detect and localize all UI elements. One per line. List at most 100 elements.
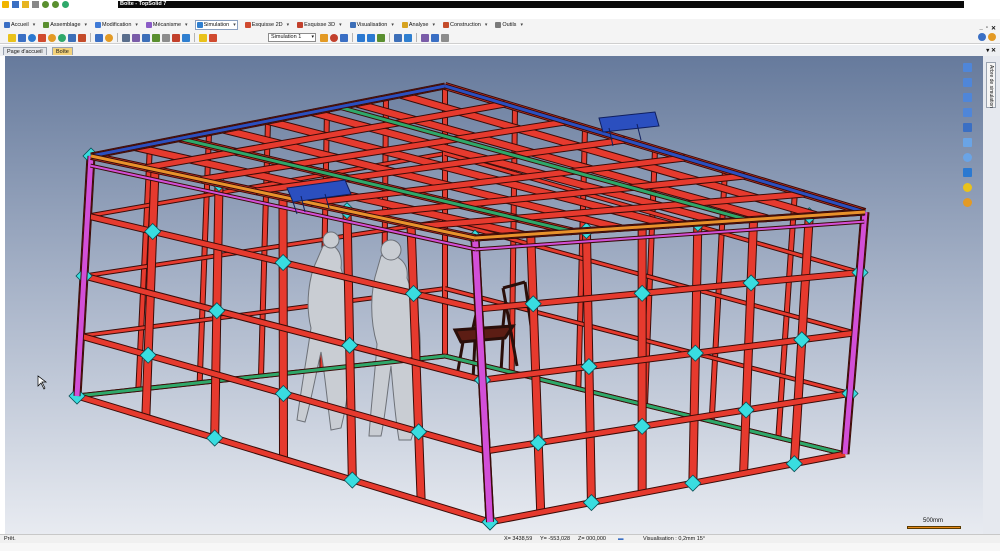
sensor-icon[interactable] xyxy=(182,33,190,42)
fit-icon[interactable] xyxy=(963,138,972,147)
chevron-down-icon: ▾ xyxy=(311,34,314,40)
3d-viewport[interactable] xyxy=(5,56,983,534)
magnifier-icon[interactable] xyxy=(963,153,972,162)
frame-node xyxy=(343,471,361,489)
orbit-icon[interactable] xyxy=(58,33,66,42)
redo-icon[interactable] xyxy=(52,1,59,8)
simulation-toolbar: Simulation 1 ▾ xyxy=(0,31,1000,44)
refresh-icon[interactable] xyxy=(62,1,69,8)
gauge-icon[interactable] xyxy=(105,33,113,42)
toolbar-separator xyxy=(352,33,353,42)
tab-home[interactable]: Page d'accueil xyxy=(3,47,47,55)
menu-dropdown-icon[interactable]: ▾ xyxy=(135,22,138,28)
angle-icon[interactable] xyxy=(421,33,429,42)
chain-icon[interactable] xyxy=(162,33,170,42)
pen-icon[interactable] xyxy=(394,33,402,42)
slider-joint-icon[interactable] xyxy=(132,33,140,42)
undo-icon[interactable] xyxy=(42,1,49,8)
app-logo-icon[interactable] xyxy=(2,1,9,8)
gear-pair-icon[interactable] xyxy=(152,33,160,42)
anchor-icon[interactable] xyxy=(68,33,76,42)
motor-icon[interactable] xyxy=(172,33,180,42)
save-icon[interactable] xyxy=(12,1,19,8)
simulation-select[interactable]: Simulation 1 ▾ xyxy=(268,33,316,42)
menu-tab-label: Esquisse 3D xyxy=(304,22,336,28)
curve-icon[interactable] xyxy=(367,33,375,42)
menu-tab-m-canisme[interactable]: Mécanisme ▾ xyxy=(145,20,189,30)
record-icon[interactable] xyxy=(330,33,338,42)
cube-view-icon[interactable] xyxy=(963,168,972,177)
menu-dropdown-icon[interactable]: ▾ xyxy=(287,22,290,28)
menu-dropdown-icon[interactable]: ▾ xyxy=(233,22,236,28)
menu-tab-assemblage[interactable]: Assemblage ▾ xyxy=(42,20,88,30)
frame-node xyxy=(742,274,760,292)
check-icon[interactable] xyxy=(377,33,385,42)
menu-dropdown-icon[interactable]: ▾ xyxy=(520,22,523,28)
menu-dropdown-icon[interactable]: ▾ xyxy=(185,22,188,28)
play-icon[interactable] xyxy=(320,33,328,42)
menu-tab-label: Mécanisme xyxy=(152,22,182,28)
bottom-strip xyxy=(0,543,1000,551)
zoom-icon[interactable] xyxy=(963,108,972,117)
analysis-icon[interactable] xyxy=(340,33,348,42)
menu-tab-analyse[interactable]: Analyse ▾ xyxy=(401,20,436,30)
print-icon[interactable] xyxy=(32,1,39,8)
menu-tab-esquisse-3d[interactable]: Esquisse 3D ▾ xyxy=(296,20,342,30)
menu-tab-outils[interactable]: Outils ▾ xyxy=(494,20,524,30)
camera-icon[interactable] xyxy=(978,33,986,41)
panel-controls: ▾ ✕ xyxy=(986,47,996,54)
document-icon[interactable] xyxy=(441,33,449,42)
view-tools xyxy=(963,63,972,207)
menu-dropdown-icon[interactable]: ▾ xyxy=(339,22,342,28)
coordinate-y: Y= -553,028 xyxy=(540,536,571,542)
gravity-icon[interactable] xyxy=(209,33,217,42)
force-icon[interactable] xyxy=(199,33,207,42)
menu-dropdown-icon[interactable]: ▾ xyxy=(33,22,36,28)
frame-node xyxy=(580,358,598,376)
document-tabs: Page d'accueil Boîte ▾ ✕ xyxy=(0,45,1000,56)
toolbar-separator xyxy=(416,33,417,42)
tools-icon xyxy=(495,22,502,28)
rotate-icon[interactable] xyxy=(963,93,972,102)
menu-tab-esquisse-2d[interactable]: Esquisse 2D ▾ xyxy=(244,20,290,30)
pan-icon[interactable] xyxy=(963,78,972,87)
light-bulb-icon[interactable] xyxy=(8,33,16,42)
target-icon[interactable] xyxy=(28,33,36,42)
menu-dropdown-icon[interactable]: ▾ xyxy=(391,22,394,28)
link-icon[interactable] xyxy=(38,33,46,42)
menu-tab-construction[interactable]: Construction ▾ xyxy=(442,20,488,30)
axis-icon[interactable] xyxy=(963,63,972,72)
open-icon[interactable] xyxy=(22,1,29,8)
help-marker-icon[interactable] xyxy=(963,198,972,207)
menu-dropdown-icon[interactable]: ▾ xyxy=(432,22,435,28)
status-bar: Prêt. X= 3438,59 Y= -553,028 Z= 000,000 … xyxy=(0,534,1000,543)
vw-icon[interactable] xyxy=(18,33,26,42)
help-icon[interactable] xyxy=(988,33,996,41)
measure-icon[interactable] xyxy=(357,33,365,42)
menu-tab-visualisation[interactable]: Visualisation ▾ xyxy=(349,20,395,30)
panel-menu-icon[interactable]: ▾ xyxy=(986,48,989,54)
light-icon[interactable] xyxy=(963,183,972,192)
view-icon: ▬ xyxy=(618,536,624,542)
loop-icon[interactable] xyxy=(431,33,439,42)
box-frame-model[interactable] xyxy=(5,56,983,534)
modification-icon xyxy=(95,22,102,28)
pivot-icon[interactable] xyxy=(142,33,150,42)
simulation-tree-tab[interactable]: Arbre de simulation xyxy=(986,62,996,108)
tab-document[interactable]: Boîte xyxy=(52,47,73,55)
panel-close-icon[interactable]: ✕ xyxy=(991,48,996,54)
menu-dropdown-icon[interactable]: ▾ xyxy=(85,22,88,28)
monitor-icon[interactable] xyxy=(95,33,103,42)
gear-icon[interactable] xyxy=(48,33,56,42)
menu-tab-simulation[interactable]: Simulation ▾ xyxy=(194,20,238,30)
joint-icon[interactable] xyxy=(122,33,130,42)
triangle-icon[interactable] xyxy=(404,33,412,42)
spring-icon[interactable] xyxy=(78,33,86,42)
scale-label: 500mm xyxy=(923,518,944,524)
window-zoom-icon[interactable] xyxy=(963,123,972,132)
side-tab-label: Arbre de simulation xyxy=(988,65,994,109)
menu-dropdown-icon[interactable]: ▾ xyxy=(485,22,488,28)
menu-tab-accueil[interactable]: Accueil ▾ xyxy=(3,20,36,30)
menu-tab-modification[interactable]: Modification ▾ xyxy=(94,20,139,30)
toolbar-separator xyxy=(389,33,390,42)
